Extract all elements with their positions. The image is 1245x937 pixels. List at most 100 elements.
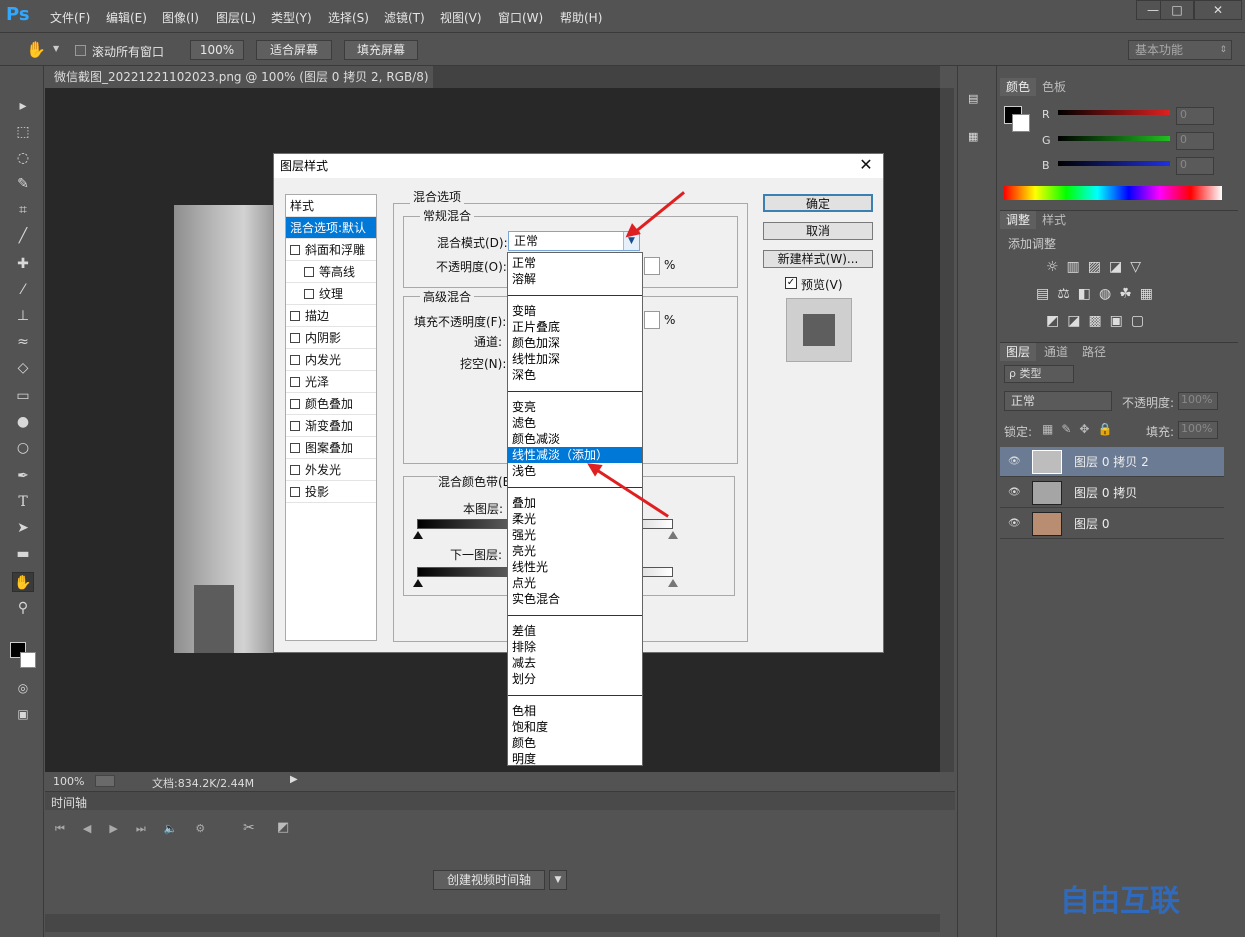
eraser-tool-icon[interactable]: ◇ <box>12 358 34 378</box>
create-video-timeline-button[interactable]: 创建视频时间轴 <box>433 870 545 890</box>
blend-mode-option[interactable]: 溶解 <box>508 271 642 287</box>
adjustment-icons-row-1[interactable]: ☼▥▨◪▽ <box>1046 259 1149 275</box>
style-checkbox[interactable] <box>290 399 300 409</box>
tab-color[interactable]: 颜色 <box>1000 78 1037 96</box>
image-canvas[interactable] <box>174 205 274 653</box>
style-item[interactable]: 渐变叠加 <box>286 415 376 437</box>
this-layer-black-slider[interactable] <box>413 531 423 539</box>
visibility-eye-icon[interactable]: 👁 <box>1008 518 1021 530</box>
style-item[interactable]: 描边 <box>286 305 376 327</box>
tab-adjustments[interactable]: 调整 <box>1000 211 1037 229</box>
menu-filter[interactable]: 滤镜(T) <box>384 9 425 26</box>
quick-mask-icon[interactable]: ◎ <box>12 678 34 698</box>
document-tab[interactable]: 微信截图_20221221102023.png @ 100% (图层 0 拷贝 … <box>45 66 433 106</box>
blend-mode-option[interactable]: 饱和度 <box>508 719 642 735</box>
style-item[interactable]: 等高线 <box>286 261 376 283</box>
tab-layers[interactable]: 图层 <box>1000 343 1037 361</box>
blend-mode-option[interactable]: 线性减淡（添加） <box>508 447 642 463</box>
healing-brush-tool-icon[interactable]: ✚ <box>12 254 34 274</box>
dodge-tool-icon[interactable]: ○ <box>12 438 34 458</box>
blend-mode-option[interactable]: 划分 <box>508 671 642 687</box>
style-checkbox[interactable] <box>290 377 300 387</box>
ok-button[interactable]: 确定 <box>763 194 873 212</box>
style-item[interactable]: 混合选项:默认 <box>286 217 376 239</box>
visibility-eye-icon[interactable]: 👁 <box>1008 456 1021 468</box>
blend-mode-option[interactable]: 减去 <box>508 655 642 671</box>
underlying-white-slider[interactable] <box>668 579 678 587</box>
eyedropper-tool-icon[interactable]: ╱ <box>12 226 34 246</box>
layer-row-2[interactable]: 👁 图层 0 <box>1000 509 1224 539</box>
quick-select-tool-icon[interactable]: ✎ <box>12 174 34 194</box>
layer-filter-select[interactable]: ρ 类型 <box>1004 365 1074 383</box>
color-bg-swatch[interactable] <box>1012 114 1030 132</box>
new-style-button[interactable]: 新建样式(W)... <box>763 250 873 268</box>
menu-help[interactable]: 帮助(H) <box>560 9 602 26</box>
tool-preset-arrow-icon[interactable]: ▼ <box>53 44 59 53</box>
hand-tool-active-icon[interactable]: ✋ <box>12 572 34 592</box>
stamp-tool-icon[interactable]: ⊥ <box>12 306 34 326</box>
style-item[interactable]: 斜面和浮雕 <box>286 239 376 261</box>
style-checkbox[interactable] <box>290 443 300 453</box>
blend-mode-option[interactable]: 深色 <box>508 367 642 383</box>
layer-blend-mode-select[interactable]: 正常 <box>1004 391 1112 411</box>
type-tool-icon[interactable]: T <box>12 492 34 512</box>
blur-tool-icon[interactable]: ● <box>12 412 34 432</box>
blend-mode-dropdown[interactable]: 正常 溶解 变暗 正片叠底 颜色加深 线性加深 深色 变亮 滤色 颜色减淡 线性减淡（添加） 浅色 叠加… <box>507 252 643 766</box>
close-window-button[interactable]: ✕ <box>1194 0 1242 20</box>
this-layer-white-slider[interactable] <box>668 531 678 539</box>
history-panel-icon[interactable]: ▤ <box>968 92 988 112</box>
style-item[interactable]: 图案叠加 <box>286 437 376 459</box>
zoom-level[interactable]: 100% <box>53 775 84 788</box>
blend-mode-option[interactable]: 滤色 <box>508 415 642 431</box>
style-item[interactable]: 光泽 <box>286 371 376 393</box>
blend-mode-option[interactable]: 变暗 <box>508 303 642 319</box>
style-checkbox[interactable] <box>290 333 300 343</box>
opacity-field[interactable] <box>644 257 660 275</box>
styles-header[interactable]: 样式 <box>286 195 376 217</box>
style-checkbox[interactable] <box>290 465 300 475</box>
style-item[interactable]: 纹理 <box>286 283 376 305</box>
style-item[interactable]: 颜色叠加 <box>286 393 376 415</box>
style-item[interactable]: 投影 <box>286 481 376 503</box>
adjustment-icons-row-2[interactable]: ▤⚖◧◍☘▦ <box>1036 286 1161 302</box>
channel-g-value[interactable]: 0 <box>1176 132 1214 150</box>
preview-checkbox[interactable]: ✓ <box>785 277 797 289</box>
blend-mode-option[interactable]: 颜色加深 <box>508 335 642 351</box>
blend-mode-option[interactable]: 浅色 <box>508 463 642 479</box>
gradient-tool-icon[interactable]: ▭ <box>12 386 34 406</box>
visibility-eye-icon[interactable]: 👁 <box>1008 487 1021 499</box>
dialog-close-icon[interactable]: ✕ <box>857 156 875 174</box>
channel-r-slider[interactable] <box>1058 110 1170 115</box>
blend-mode-option[interactable]: 点光 <box>508 575 642 591</box>
menu-select[interactable]: 选择(S) <box>328 9 369 26</box>
blend-mode-option[interactable]: 亮光 <box>508 543 642 559</box>
style-item[interactable]: 外发光 <box>286 459 376 481</box>
screen-mode-icon[interactable]: ▣ <box>12 704 34 724</box>
scissors-icon[interactable]: ✂ <box>243 820 255 836</box>
style-item[interactable]: 内阴影 <box>286 327 376 349</box>
blend-mode-option[interactable]: 正片叠底 <box>508 319 642 335</box>
blend-mode-select[interactable]: 正常 ▼ <box>508 231 640 251</box>
style-checkbox[interactable] <box>304 289 314 299</box>
history-brush-tool-icon[interactable]: ≈ <box>12 332 34 352</box>
underlying-black-slider[interactable] <box>413 579 423 587</box>
lock-icons[interactable]: ▦✎✥🔒 <box>1042 422 1120 436</box>
timeline-dropdown-icon[interactable]: ▼ <box>549 870 567 890</box>
crop-tool-icon[interactable]: ⌗ <box>12 200 34 220</box>
blend-mode-option[interactable]: 颜色 <box>508 735 642 751</box>
blend-mode-option[interactable]: 正常 <box>508 255 642 271</box>
lasso-tool-icon[interactable]: ◌ <box>12 148 34 168</box>
style-checkbox[interactable] <box>290 311 300 321</box>
pen-tool-icon[interactable]: ✒ <box>12 466 34 486</box>
fit-screen-button[interactable]: 适合屏幕 <box>256 40 332 60</box>
blend-mode-option[interactable]: 叠加 <box>508 495 642 511</box>
move-tool-icon[interactable]: ▸ <box>12 96 34 116</box>
path-select-tool-icon[interactable]: ➤ <box>12 518 34 538</box>
properties-panel-icon[interactable]: ▦ <box>968 130 988 150</box>
workspace-select[interactable]: 基本功能 ⇕ <box>1128 40 1232 60</box>
tab-channels[interactable]: 通道 <box>1038 343 1074 361</box>
style-checkbox[interactable] <box>304 267 314 277</box>
status-menu-arrow-icon[interactable]: ▶ <box>290 774 298 785</box>
menu-type[interactable]: 类型(Y) <box>271 9 312 26</box>
channel-r-value[interactable]: 0 <box>1176 107 1214 125</box>
